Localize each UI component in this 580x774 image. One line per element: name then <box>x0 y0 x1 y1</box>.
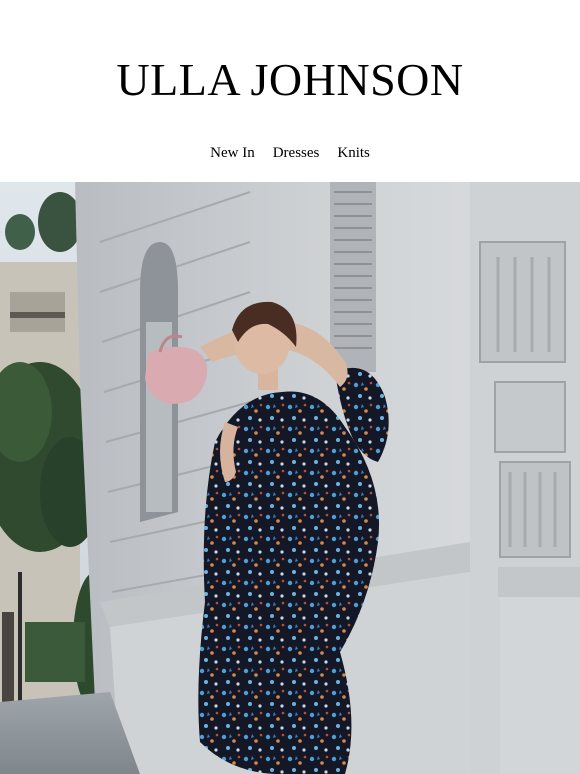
nav-item-knits[interactable]: Knits <box>337 143 370 163</box>
top-nav: New In Dresses Knits <box>0 143 580 163</box>
nav-item-new-in[interactable]: New In <box>210 143 255 163</box>
hero-photo-illustration <box>0 182 580 774</box>
hero-image[interactable] <box>0 182 580 774</box>
email-header: ULLA JOHNSON New In Dresses Knits <box>0 0 580 182</box>
nav-item-dresses[interactable]: Dresses <box>273 143 320 163</box>
brand-logo[interactable]: ULLA JOHNSON <box>0 52 580 108</box>
